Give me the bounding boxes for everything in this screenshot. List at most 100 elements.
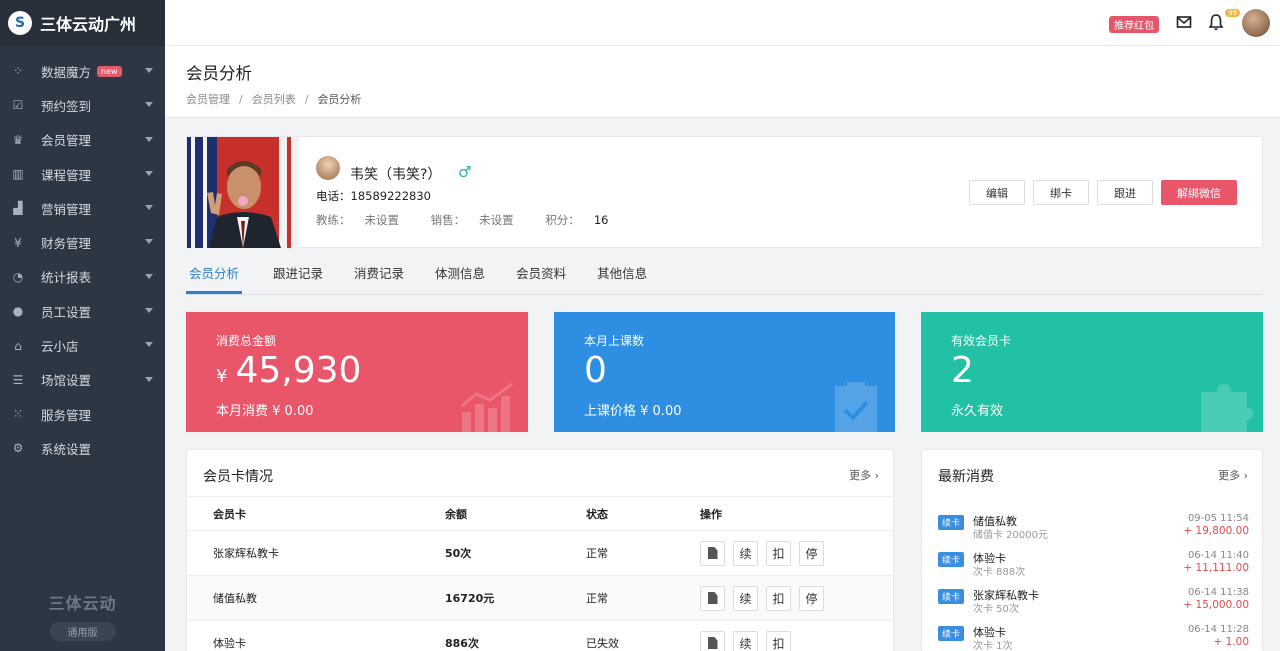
bind-card-button[interactable]: 绑卡 [1033,180,1089,205]
stat-subtitle: 上课价格 ¥ 0.00 [584,404,682,419]
page-header: 会员分析 会员管理 / 会员列表 / 会员分析 [165,46,1280,118]
suspend-button[interactable]: 停 [799,585,824,611]
deduct-button[interactable]: 扣 [766,540,791,566]
version-badge: 通用版 [49,622,116,641]
card-balance: 886次 [445,620,586,651]
sidebar-item-settings[interactable]: ⚙ 系统设置 [0,431,165,465]
bell-icon[interactable] [1208,13,1224,31]
member-meta: 教练： 未设置 销售： 未设置 积分： 16 [316,212,622,228]
tab-member-profile[interactable]: 会员资料 [516,255,566,294]
stat-value: 0 [584,350,607,392]
detail-button[interactable] [700,630,725,651]
stat-subtitle: 永久有效 [951,404,1004,419]
page-title: 会员分析 [186,64,252,83]
user-icon: ● [12,304,24,319]
sidebar-item-courses[interactable]: ▥ 课程管理 [0,157,165,191]
card-actions: 续扣停 [700,530,893,576]
brand-logo: S [8,11,32,35]
document-icon [707,547,718,559]
tab-consumption[interactable]: 消费记录 [354,255,404,294]
more-link[interactable]: 更多 › [1218,467,1248,483]
table-header-row: 会员卡 余额 状态 操作 [187,496,893,531]
card-balance: 50次 [445,530,586,576]
column-status: 状态 [586,496,700,531]
deduct-button[interactable]: 扣 [766,585,791,611]
red-packet-button[interactable]: 推荐红包 [1109,16,1159,33]
sidebar-item-label: 云小店 [41,339,79,355]
stat-title: 有效会员卡 [951,334,1012,348]
breadcrumb-member-management[interactable]: 会员管理 [186,93,230,106]
renew-button[interactable]: 续 [733,630,758,651]
renew-tag: 续卡 [938,589,965,604]
more-link[interactable]: 更多 › [849,467,879,483]
coach-field: 教练： 未设置 [316,213,413,227]
sidebar-item-members[interactable]: ♛ 会员管理 [0,123,165,157]
puzzle-icon [1201,384,1253,432]
sidebar-item-services[interactable]: ⁙ 服务管理 [0,397,165,431]
detail-button[interactable] [700,585,725,611]
column-balance: 余额 [445,496,586,531]
coach-label: 教练： [316,213,351,227]
card-actions: 续扣 [700,620,893,651]
edit-button[interactable]: 编辑 [969,180,1025,205]
user-avatar[interactable] [1242,9,1270,37]
books-icon: ▥ [12,167,24,182]
chevron-right-icon: › [874,469,879,482]
deduct-button[interactable]: 扣 [766,630,791,651]
suspend-button[interactable]: 停 [799,540,824,566]
checkbox-icon: ☑ [12,98,24,113]
tab-member-analysis[interactable]: 会员分析 [186,255,243,294]
mail-icon[interactable] [1176,14,1192,30]
points-label: 积分： [545,213,580,227]
sidebar-item-data-cube[interactable]: ⁘ 数据魔方 new [0,54,165,88]
stat-total-spend: 消费总金额 ¥45,930 本月消费 ¥ 0.00 [186,312,528,432]
stat-value: ¥45,930 [216,350,361,398]
new-badge: new [97,65,122,77]
item-amount: + 1.00 [1213,636,1249,648]
chevron-down-icon [145,68,153,73]
card-status: 已失效 [586,620,700,651]
item-amount: + 15,000.00 [1183,599,1249,611]
chevron-down-icon [145,308,153,314]
male-icon: ♂ [458,163,472,181]
tab-other-info[interactable]: 其他信息 [597,255,647,294]
item-sub: 次卡 888次 [973,567,1026,578]
detail-button[interactable] [700,540,725,566]
sidebar-item-finance[interactable]: ¥ 财务管理 [0,225,165,259]
unbind-wechat-button[interactable]: 解绑微信 [1161,180,1237,205]
stat-title: 消费总金额 [216,334,277,348]
sliders-icon: ☰ [12,372,24,387]
more-label: 更多 [849,469,872,482]
tab-body-test[interactable]: 体测信息 [435,255,485,294]
item-time: 09-05 11:54 [1187,513,1249,524]
breadcrumb-member-list[interactable]: 会员列表 [252,93,296,106]
sidebar-item-label: 课程管理 [41,167,92,183]
card-name: 张家辉私教卡 [187,530,445,576]
renew-button[interactable]: 续 [733,540,758,566]
breadcrumb-separator: / [304,93,309,106]
member-profile-card: 韦笑（韦笑?） ♂ 电话：18589222830 教练： 未设置 销售： 未设置 积… [186,136,1263,248]
sidebar-item-booking[interactable]: ☑ 预约签到 [0,88,165,122]
chevron-down-icon [145,239,153,245]
sidebar-item-label: 数据魔方 [41,64,92,80]
sidebar-item-label: 营销管理 [41,201,92,217]
recent-consumption-panel: 最新消费 更多 › 续卡 储值私教 储值卡 20000元 09-05 11:54… [921,449,1263,651]
follow-up-button[interactable]: 跟进 [1097,180,1153,205]
renew-button[interactable]: 续 [733,585,758,611]
member-cards-table: 会员卡 余额 状态 操作 张家辉私教卡 50次 正常 续扣停 储值私教 1672… [187,496,893,651]
sidebar-item-venue[interactable]: ☰ 场馆设置 [0,363,165,397]
crown-icon: ♛ [12,132,24,147]
panel-title: 会员卡情况 [203,469,273,485]
stat-number: 2 [951,350,974,391]
stat-number: 45,930 [235,350,362,391]
store-icon: ⌂ [14,338,22,353]
sidebar-item-reports[interactable]: ◔ 统计报表 [0,260,165,294]
sidebar-item-marketing[interactable]: ▟ 营销管理 [0,191,165,225]
table-row: 储值私教 16720元 正常 续扣停 [187,575,893,621]
column-actions: 操作 [700,496,893,531]
tab-follow-up[interactable]: 跟进记录 [273,255,323,294]
brand[interactable]: S 三体云动广州 [0,0,165,46]
sidebar-item-store[interactable]: ⌂ 云小店 [0,328,165,362]
sidebar-item-staff[interactable]: ● 员工设置 [0,294,165,328]
panel-title: 最新消费 [938,469,994,485]
